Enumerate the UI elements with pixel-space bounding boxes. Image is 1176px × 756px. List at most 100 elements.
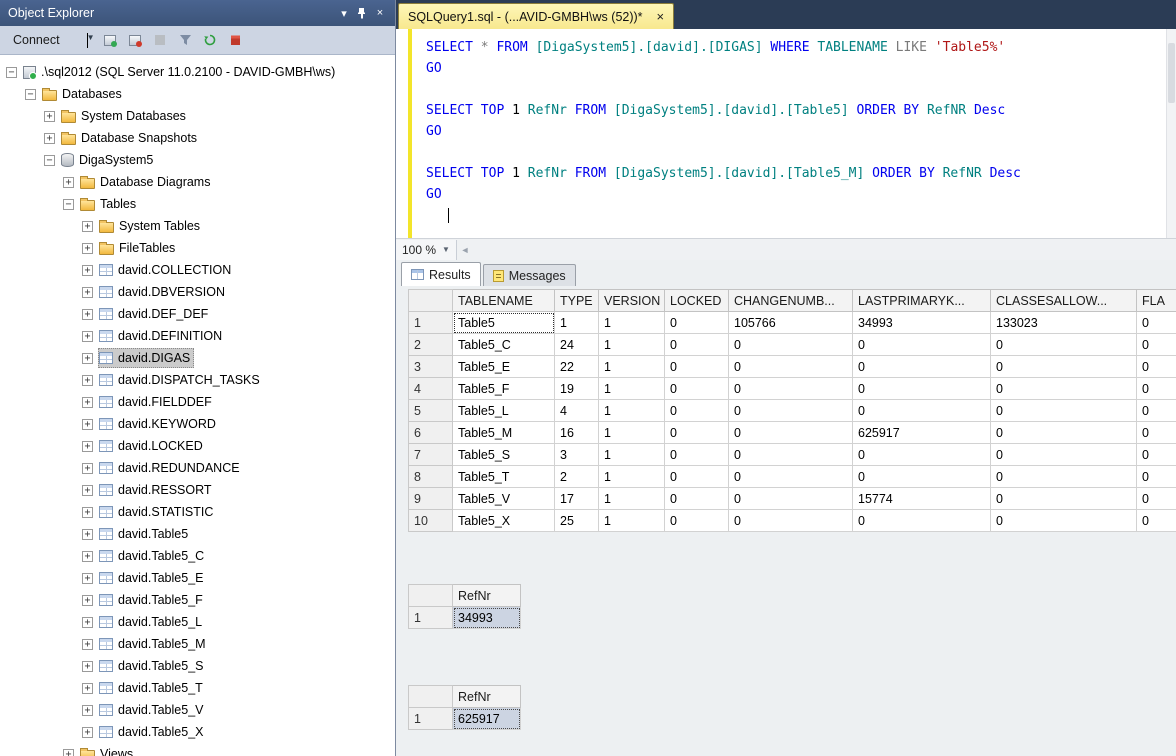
cell[interactable]: 0 <box>853 400 991 422</box>
column-header-refnr[interactable]: RefNr <box>453 585 521 607</box>
hscroll-left-arrow-icon[interactable]: ◄ <box>457 245 473 255</box>
cell[interactable]: 34993 <box>453 607 521 629</box>
cell[interactable]: 0 <box>1137 356 1176 378</box>
cell[interactable]: 0 <box>729 400 853 422</box>
cell[interactable]: 1 <box>599 466 665 488</box>
cell[interactable]: 0 <box>1137 312 1176 334</box>
cell[interactable]: 1 <box>599 444 665 466</box>
tree-item-body[interactable]: david.Table5_E <box>98 568 207 588</box>
row-header[interactable]: 10 <box>409 510 453 532</box>
cell[interactable]: Table5_T <box>453 466 555 488</box>
cell[interactable]: 0 <box>729 334 853 356</box>
tree-item-body[interactable]: david.DISPATCH_TASKS <box>98 370 264 390</box>
tree-item-body[interactable]: Database Diagrams <box>79 172 214 192</box>
cell[interactable]: 22 <box>555 356 599 378</box>
select-all-corner[interactable] <box>409 585 453 607</box>
expand-icon[interactable]: + <box>82 287 93 298</box>
tree-item-body[interactable]: david.STATISTIC <box>98 502 217 522</box>
tree-item-body[interactable]: david.Table5_S <box>98 656 207 676</box>
tree-item-david-keyword[interactable]: +david.KEYWORD <box>0 413 395 435</box>
cell[interactable]: 19 <box>555 378 599 400</box>
row-header[interactable]: 6 <box>409 422 453 444</box>
cell[interactable]: 1 <box>599 356 665 378</box>
auto-hide-pin-icon[interactable] <box>353 4 371 22</box>
tree-item-system-databases[interactable]: +System Databases <box>0 105 395 127</box>
collapse-icon[interactable]: − <box>63 199 74 210</box>
tree-item-david-table5-s[interactable]: + david.Table5_S <box>0 655 395 677</box>
tree-item-body[interactable]: david.Table5_M <box>98 634 210 654</box>
tree-item-body[interactable]: david.Table5_X <box>98 722 207 742</box>
select-all-corner[interactable] <box>409 290 453 312</box>
expand-icon[interactable]: + <box>82 529 93 540</box>
cell[interactable]: 0 <box>665 334 729 356</box>
column-header-tablename[interactable]: TABLENAME <box>453 290 555 312</box>
expand-icon[interactable]: + <box>82 705 93 716</box>
expand-icon[interactable]: + <box>82 661 93 672</box>
tree-item-david-table5-e[interactable]: + david.Table5_E <box>0 567 395 589</box>
cell[interactable]: 0 <box>991 444 1137 466</box>
expand-icon[interactable]: + <box>82 551 93 562</box>
tree-item-body[interactable]: david.REDUNDANCE <box>98 458 244 478</box>
cell[interactable]: 0 <box>1137 334 1176 356</box>
expand-icon[interactable]: + <box>82 419 93 430</box>
tree-item-david-fielddef[interactable]: +david.FIELDDEF <box>0 391 395 413</box>
cell[interactable]: 0 <box>665 444 729 466</box>
cell[interactable]: 16 <box>555 422 599 444</box>
expand-icon[interactable]: + <box>63 177 74 188</box>
code-line[interactable] <box>426 142 1166 163</box>
collapse-icon[interactable]: − <box>6 67 17 78</box>
row-header[interactable]: 9 <box>409 488 453 510</box>
cell[interactable]: 625917 <box>853 422 991 444</box>
cell[interactable]: 1 <box>555 312 599 334</box>
expand-icon[interactable]: + <box>82 331 93 342</box>
cell[interactable]: Table5_F <box>453 378 555 400</box>
tree-item-body[interactable]: david.Table5_L <box>98 612 206 632</box>
tree-item-david-table5[interactable]: +david.Table5 <box>0 523 395 545</box>
window-position-icon[interactable]: ▾ <box>335 4 353 22</box>
tree-item-body[interactable]: david.DEF_DEF <box>98 304 212 324</box>
expand-icon[interactable]: + <box>82 265 93 276</box>
expand-icon[interactable]: + <box>82 573 93 584</box>
cell[interactable]: 25 <box>555 510 599 532</box>
tree-item-body[interactable]: david.LOCKED <box>98 436 207 456</box>
expand-icon[interactable]: + <box>82 485 93 496</box>
tree-item-body[interactable]: Database Snapshots <box>60 128 201 148</box>
tree-item-views[interactable]: +Views <box>0 743 395 756</box>
tree-item-filetables[interactable]: +FileTables <box>0 237 395 259</box>
cell[interactable]: 0 <box>1137 444 1176 466</box>
code-line[interactable]: SELECT * FROM [DigaSystem5].[david].[DIG… <box>426 37 1166 58</box>
column-header-classesallow[interactable]: CLASSESALLOW... <box>991 290 1137 312</box>
tree-item-digasystem5[interactable]: −DigaSystem5 <box>0 149 395 171</box>
stop-icon[interactable] <box>149 30 172 51</box>
tree-item-david-dbversion[interactable]: +david.DBVERSION <box>0 281 395 303</box>
cell[interactable]: 0 <box>853 444 991 466</box>
tree-item-system-tables[interactable]: +System Tables <box>0 215 395 237</box>
expand-icon[interactable]: + <box>82 683 93 694</box>
code-line[interactable] <box>426 205 1166 226</box>
cell[interactable]: 105766 <box>729 312 853 334</box>
tree-item-david-locked[interactable]: +david.LOCKED <box>0 435 395 457</box>
tree-item-david-ressort[interactable]: +david.RESSORT <box>0 479 395 501</box>
cell[interactable]: Table5_S <box>453 444 555 466</box>
cell[interactable]: 0 <box>665 466 729 488</box>
tree-item-david-table5-c[interactable]: +david.Table5_C <box>0 545 395 567</box>
collapse-icon[interactable]: − <box>25 89 36 100</box>
tree-item-david-table5-v[interactable]: +david.Table5_V <box>0 699 395 721</box>
cell[interactable]: 1 <box>599 422 665 444</box>
cell[interactable]: 0 <box>991 378 1137 400</box>
collapse-icon[interactable]: − <box>44 155 55 166</box>
tree-item-body[interactable]: Views <box>79 744 137 756</box>
cell[interactable]: 0 <box>853 334 991 356</box>
tree-item-david-digas[interactable]: +david.DIGAS <box>0 347 395 369</box>
cell[interactable]: 0 <box>665 378 729 400</box>
row-header[interactable]: 1 <box>409 312 453 334</box>
expand-icon[interactable]: + <box>44 111 55 122</box>
scrollbar-thumb[interactable] <box>1168 43 1175 103</box>
cell[interactable]: 1 <box>599 334 665 356</box>
code-line[interactable]: GO <box>426 58 1166 79</box>
cell[interactable]: 0 <box>729 378 853 400</box>
cell[interactable]: 0 <box>991 510 1137 532</box>
expand-icon[interactable]: + <box>82 309 93 320</box>
tree-item-david-statistic[interactable]: +david.STATISTIC <box>0 501 395 523</box>
tab-messages[interactable]: Messages <box>483 264 576 286</box>
